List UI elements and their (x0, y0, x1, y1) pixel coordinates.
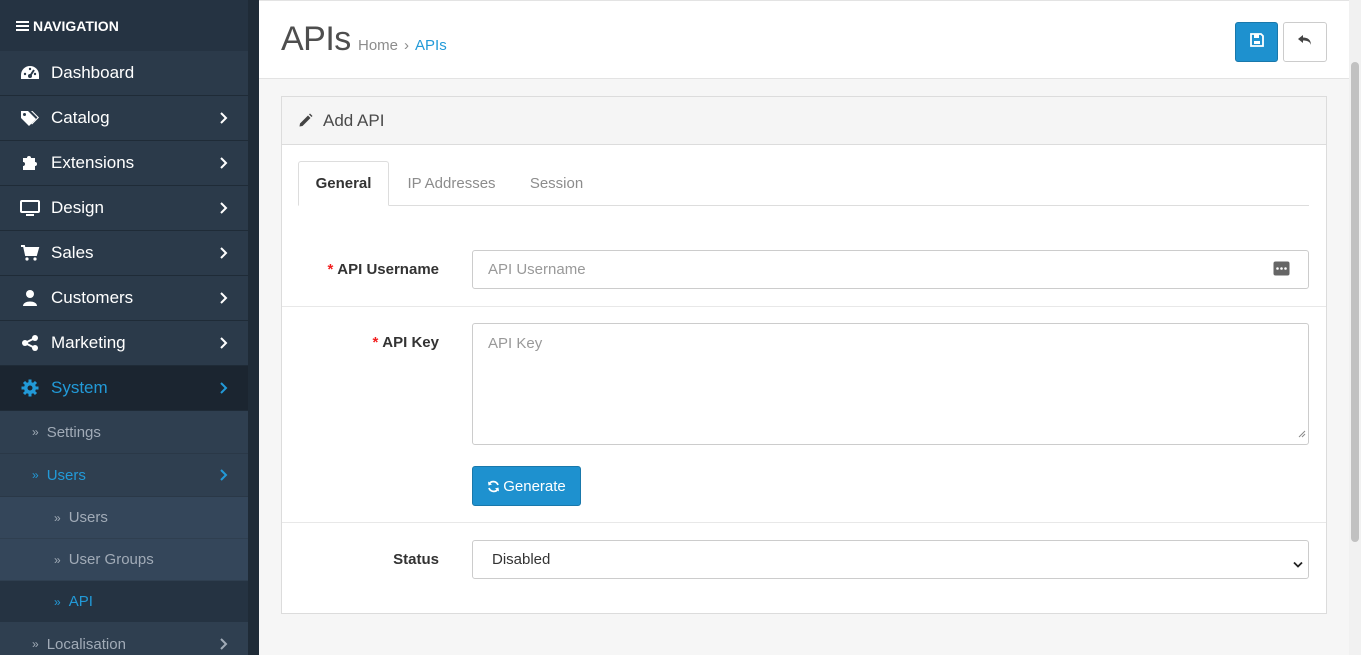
chevron-down-icon (1293, 556, 1303, 573)
chevron-right-icon (220, 468, 228, 486)
sidebar-item-extensions[interactable]: Extensions (0, 141, 248, 186)
sidebar-item-sales[interactable]: Sales (0, 231, 248, 276)
double-chevron-icon: » (54, 510, 61, 525)
required-marker: * (372, 334, 379, 351)
sidebar-divider (248, 0, 259, 655)
gear-icon (20, 378, 40, 398)
form-panel: Add API General IP Addresses Session * AP… (281, 96, 1327, 614)
generate-button-label: Generate (503, 477, 566, 495)
status-label: Status (393, 551, 439, 568)
menu-bars-icon (16, 19, 29, 33)
page-scrollbar[interactable] (1349, 0, 1361, 655)
sidebar-subitem-label: Users (46, 466, 86, 484)
refresh-icon (487, 480, 500, 493)
sidebar-item-label: Dashboard (51, 63, 135, 82)
api-key-placeholder: API Key (488, 335, 543, 352)
sidebar: NAVIGATION Dashboard Catalog Extensions … (0, 0, 259, 655)
api-username-input[interactable]: API Username (472, 250, 1309, 289)
reply-icon (1297, 33, 1313, 52)
tab-session[interactable]: Session (514, 161, 599, 206)
nav-header[interactable]: NAVIGATION (0, 0, 259, 51)
api-key-label-text: API Key (382, 334, 439, 351)
back-button[interactable] (1283, 22, 1327, 62)
breadcrumb-separator: › (404, 37, 410, 54)
resize-handle-icon[interactable] (1298, 425, 1306, 442)
status-select[interactable]: Disabled (472, 540, 1309, 579)
chevron-right-icon (220, 200, 228, 220)
pencil-icon (298, 113, 313, 128)
breadcrumb: Home › APIs (358, 37, 447, 54)
sidebar-item-label: Sales (51, 243, 94, 262)
sidebar-subsubitem-api[interactable]: » API (0, 581, 248, 623)
sidebar-item-customers[interactable]: Customers (0, 276, 248, 321)
page-header: APIs Home › APIs (259, 0, 1349, 79)
user-icon (20, 288, 40, 308)
tags-icon (20, 108, 40, 128)
double-chevron-icon: » (32, 425, 39, 439)
sidebar-item-design[interactable]: Design (0, 186, 248, 231)
sidebar-item-label: Marketing (51, 333, 126, 352)
generate-button[interactable]: Generate (472, 466, 581, 506)
sidebar-subitem-settings[interactable]: » Settings (0, 411, 248, 454)
sidebar-item-label: Design (51, 198, 104, 217)
double-chevron-icon: » (54, 594, 61, 609)
nav-header-label: NAVIGATION (33, 17, 119, 34)
status-select-value: Disabled (492, 551, 551, 568)
sidebar-subsubitem-label: API (68, 593, 93, 610)
panel-heading: Add API (282, 97, 1326, 145)
api-key-label: * API Key (372, 334, 439, 351)
dashboard-icon (20, 63, 40, 83)
sidebar-item-label: Extensions (51, 153, 135, 172)
cart-icon (20, 243, 40, 263)
breadcrumb-current[interactable]: APIs (415, 37, 447, 54)
chevron-right-icon (220, 335, 228, 355)
page-title: APIs (281, 20, 351, 58)
double-chevron-icon: » (54, 552, 61, 567)
api-username-label: * API Username (327, 261, 439, 278)
sidebar-item-catalog[interactable]: Catalog (0, 96, 248, 141)
sidebar-subsubitem-user-groups[interactable]: » User Groups (0, 539, 248, 581)
sidebar-item-label: System (51, 378, 108, 397)
chevron-right-icon (220, 245, 228, 265)
sidebar-item-marketing[interactable]: Marketing (0, 321, 248, 366)
tab-bar: General IP Addresses Session (298, 161, 1309, 206)
sidebar-subitem-localisation[interactable]: » Localisation (0, 623, 248, 655)
chevron-right-icon (220, 290, 228, 310)
chevron-right-icon (220, 637, 228, 655)
form-divider (282, 522, 1326, 523)
scrollbar-thumb[interactable] (1351, 62, 1359, 542)
tab-ip-addresses[interactable]: IP Addresses (389, 161, 514, 206)
password-manager-icon[interactable] (1273, 261, 1290, 280)
tab-general[interactable]: General (298, 161, 389, 206)
save-button[interactable] (1235, 22, 1278, 62)
chevron-right-icon (220, 380, 228, 400)
sidebar-subsubitem-users[interactable]: » Users (0, 497, 248, 539)
api-username-label-text: API Username (337, 261, 439, 278)
chevron-right-icon (220, 155, 228, 175)
api-username-placeholder: API Username (488, 261, 586, 278)
share-icon (20, 333, 40, 353)
sidebar-item-dashboard[interactable]: Dashboard (0, 51, 248, 96)
chevron-right-icon (220, 110, 228, 130)
sidebar-subitem-users[interactable]: » Users (0, 454, 248, 497)
sidebar-item-label: Customers (51, 288, 134, 307)
form-divider (282, 306, 1326, 307)
sidebar-subsubitem-label: User Groups (68, 551, 154, 568)
sidebar-subsubitem-label: Users (68, 509, 108, 526)
puzzle-icon (20, 153, 40, 173)
main-content: APIs Home › APIs Add API General IP Addr… (259, 0, 1349, 655)
breadcrumb-home[interactable]: Home (358, 37, 398, 54)
double-chevron-icon: » (32, 468, 39, 482)
panel-title: Add API (323, 110, 385, 130)
sidebar-subitem-label: Localisation (46, 635, 126, 653)
api-key-textarea[interactable]: API Key (472, 323, 1309, 445)
sidebar-item-system[interactable]: System (0, 366, 248, 411)
monitor-icon (20, 198, 40, 218)
double-chevron-icon: » (32, 637, 39, 651)
sidebar-subitem-label: Settings (46, 423, 101, 441)
floppy-disk-icon (1249, 32, 1264, 52)
required-marker: * (327, 261, 334, 278)
sidebar-item-label: Catalog (51, 108, 110, 127)
